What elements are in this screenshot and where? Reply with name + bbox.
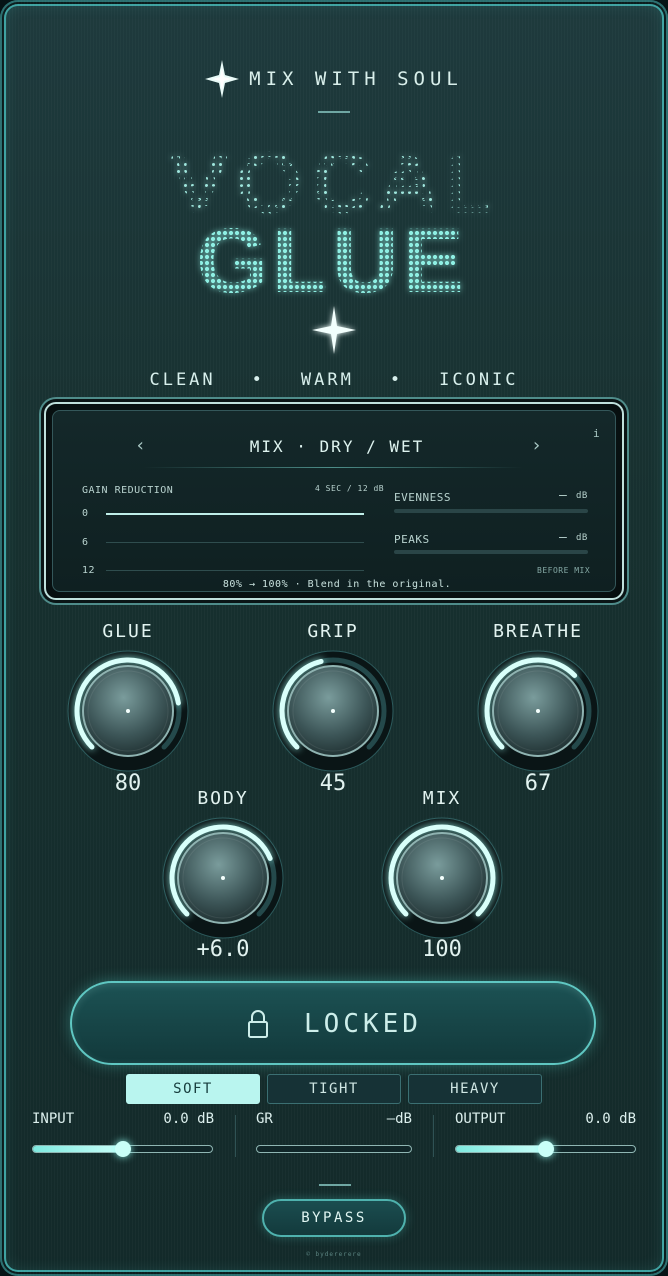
- plugin-window: MIX WITH SOUL VOCAL GLUE CLEAN • WARM • ICON…: [0, 0, 668, 1276]
- info-button[interactable]: i: [593, 427, 600, 440]
- knob-value-mix: 100: [422, 937, 462, 962]
- scale-0: 0: [82, 508, 89, 519]
- before-mix-label: BEFORE MIX: [537, 566, 591, 575]
- output-label: OUTPUT: [455, 1111, 506, 1127]
- bypass-button[interactable]: BYPASS: [262, 1199, 406, 1237]
- tag-warm: WARM: [300, 370, 354, 390]
- peaks-label: PEAKS: [394, 533, 430, 546]
- gr-meter: [256, 1145, 412, 1153]
- mode-heavy-button[interactable]: HEAVY: [408, 1074, 542, 1104]
- tag-separator: •: [389, 370, 404, 390]
- slider-thumb[interactable]: [537, 1141, 554, 1157]
- tagline: CLEAN • WARM • ICONIC: [0, 370, 668, 390]
- divider: [319, 1184, 351, 1186]
- knob-value-body: +6.0: [196, 937, 250, 962]
- gr-window-label: 4 SEC / 12 dB: [315, 484, 385, 493]
- mix-knob[interactable]: [380, 816, 504, 940]
- scale-12: 12: [82, 565, 96, 576]
- evenness-value: —: [559, 488, 568, 503]
- knob-label-breathe: BREATHE: [493, 621, 583, 642]
- breathe-knob[interactable]: [476, 649, 600, 773]
- output-slider[interactable]: [455, 1141, 636, 1157]
- sparkle-star-icon: [312, 306, 356, 354]
- slider-fill: [33, 1146, 123, 1152]
- gr-label: GR: [256, 1111, 273, 1127]
- evenness-label: EVENNESS: [394, 491, 451, 504]
- lock-icon: [248, 1010, 268, 1038]
- evenness-unit: dB: [576, 491, 588, 501]
- product-logo: VOCAL GLUE: [170, 140, 494, 354]
- input-label: INPUT: [32, 1111, 75, 1127]
- knob-value-breathe: 67: [524, 771, 552, 796]
- tag-separator: •: [251, 370, 265, 390]
- tag-clean: CLEAN: [149, 370, 216, 390]
- input-slider[interactable]: [32, 1141, 213, 1157]
- mode-soft-button[interactable]: SOFT: [126, 1074, 260, 1104]
- peaks-value: —: [559, 530, 568, 545]
- brand-row: MIX WITH SOUL: [0, 60, 668, 98]
- divider: [143, 467, 523, 468]
- grid-line: [106, 542, 364, 543]
- gr-value: —dB: [386, 1111, 412, 1127]
- divider: [318, 111, 350, 113]
- divider: [235, 1115, 236, 1157]
- scale-6: 6: [82, 537, 89, 548]
- output-value: 0.0 dB: [585, 1111, 636, 1127]
- logo-line-2: GLUE: [196, 210, 468, 312]
- gain-reduction-label: GAIN REDUCTION: [82, 485, 174, 496]
- knob-value-glue: 80: [114, 771, 142, 796]
- gr-trace: [106, 513, 364, 515]
- sparkle-star-icon: [205, 60, 240, 98]
- evenness-bar: [394, 509, 588, 513]
- slider-thumb[interactable]: [114, 1141, 131, 1157]
- chevron-right-icon[interactable]: ›: [531, 435, 542, 456]
- grip-knob[interactable]: [271, 649, 395, 773]
- knob-label-grip: GRIP: [307, 621, 359, 642]
- glue-knob[interactable]: [66, 649, 190, 773]
- locked-label: LOCKED: [304, 1009, 422, 1039]
- slider-fill: [456, 1146, 546, 1152]
- peaks-unit: dB: [576, 533, 588, 543]
- peaks-bar: [394, 550, 588, 554]
- knob-value-grip: 45: [319, 771, 347, 796]
- display-screen: ‹ MIX · DRY / WET › i GAIN REDUCTION 4 S…: [44, 402, 624, 600]
- credit-text: © bydererere: [306, 1251, 362, 1258]
- locked-button[interactable]: LOCKED: [70, 981, 596, 1065]
- body-knob[interactable]: [161, 816, 285, 940]
- hint-text: 80% → 100% · Blend in the original.: [222, 579, 452, 590]
- input-value: 0.0 dB: [163, 1111, 214, 1127]
- mode-tight-button[interactable]: TIGHT: [267, 1074, 401, 1104]
- grid-line: [106, 570, 364, 571]
- tag-iconic: ICONIC: [439, 370, 519, 390]
- knob-label-glue: GLUE: [102, 621, 154, 642]
- divider: [433, 1115, 434, 1157]
- brand-tagline: MIX WITH SOUL: [249, 68, 463, 90]
